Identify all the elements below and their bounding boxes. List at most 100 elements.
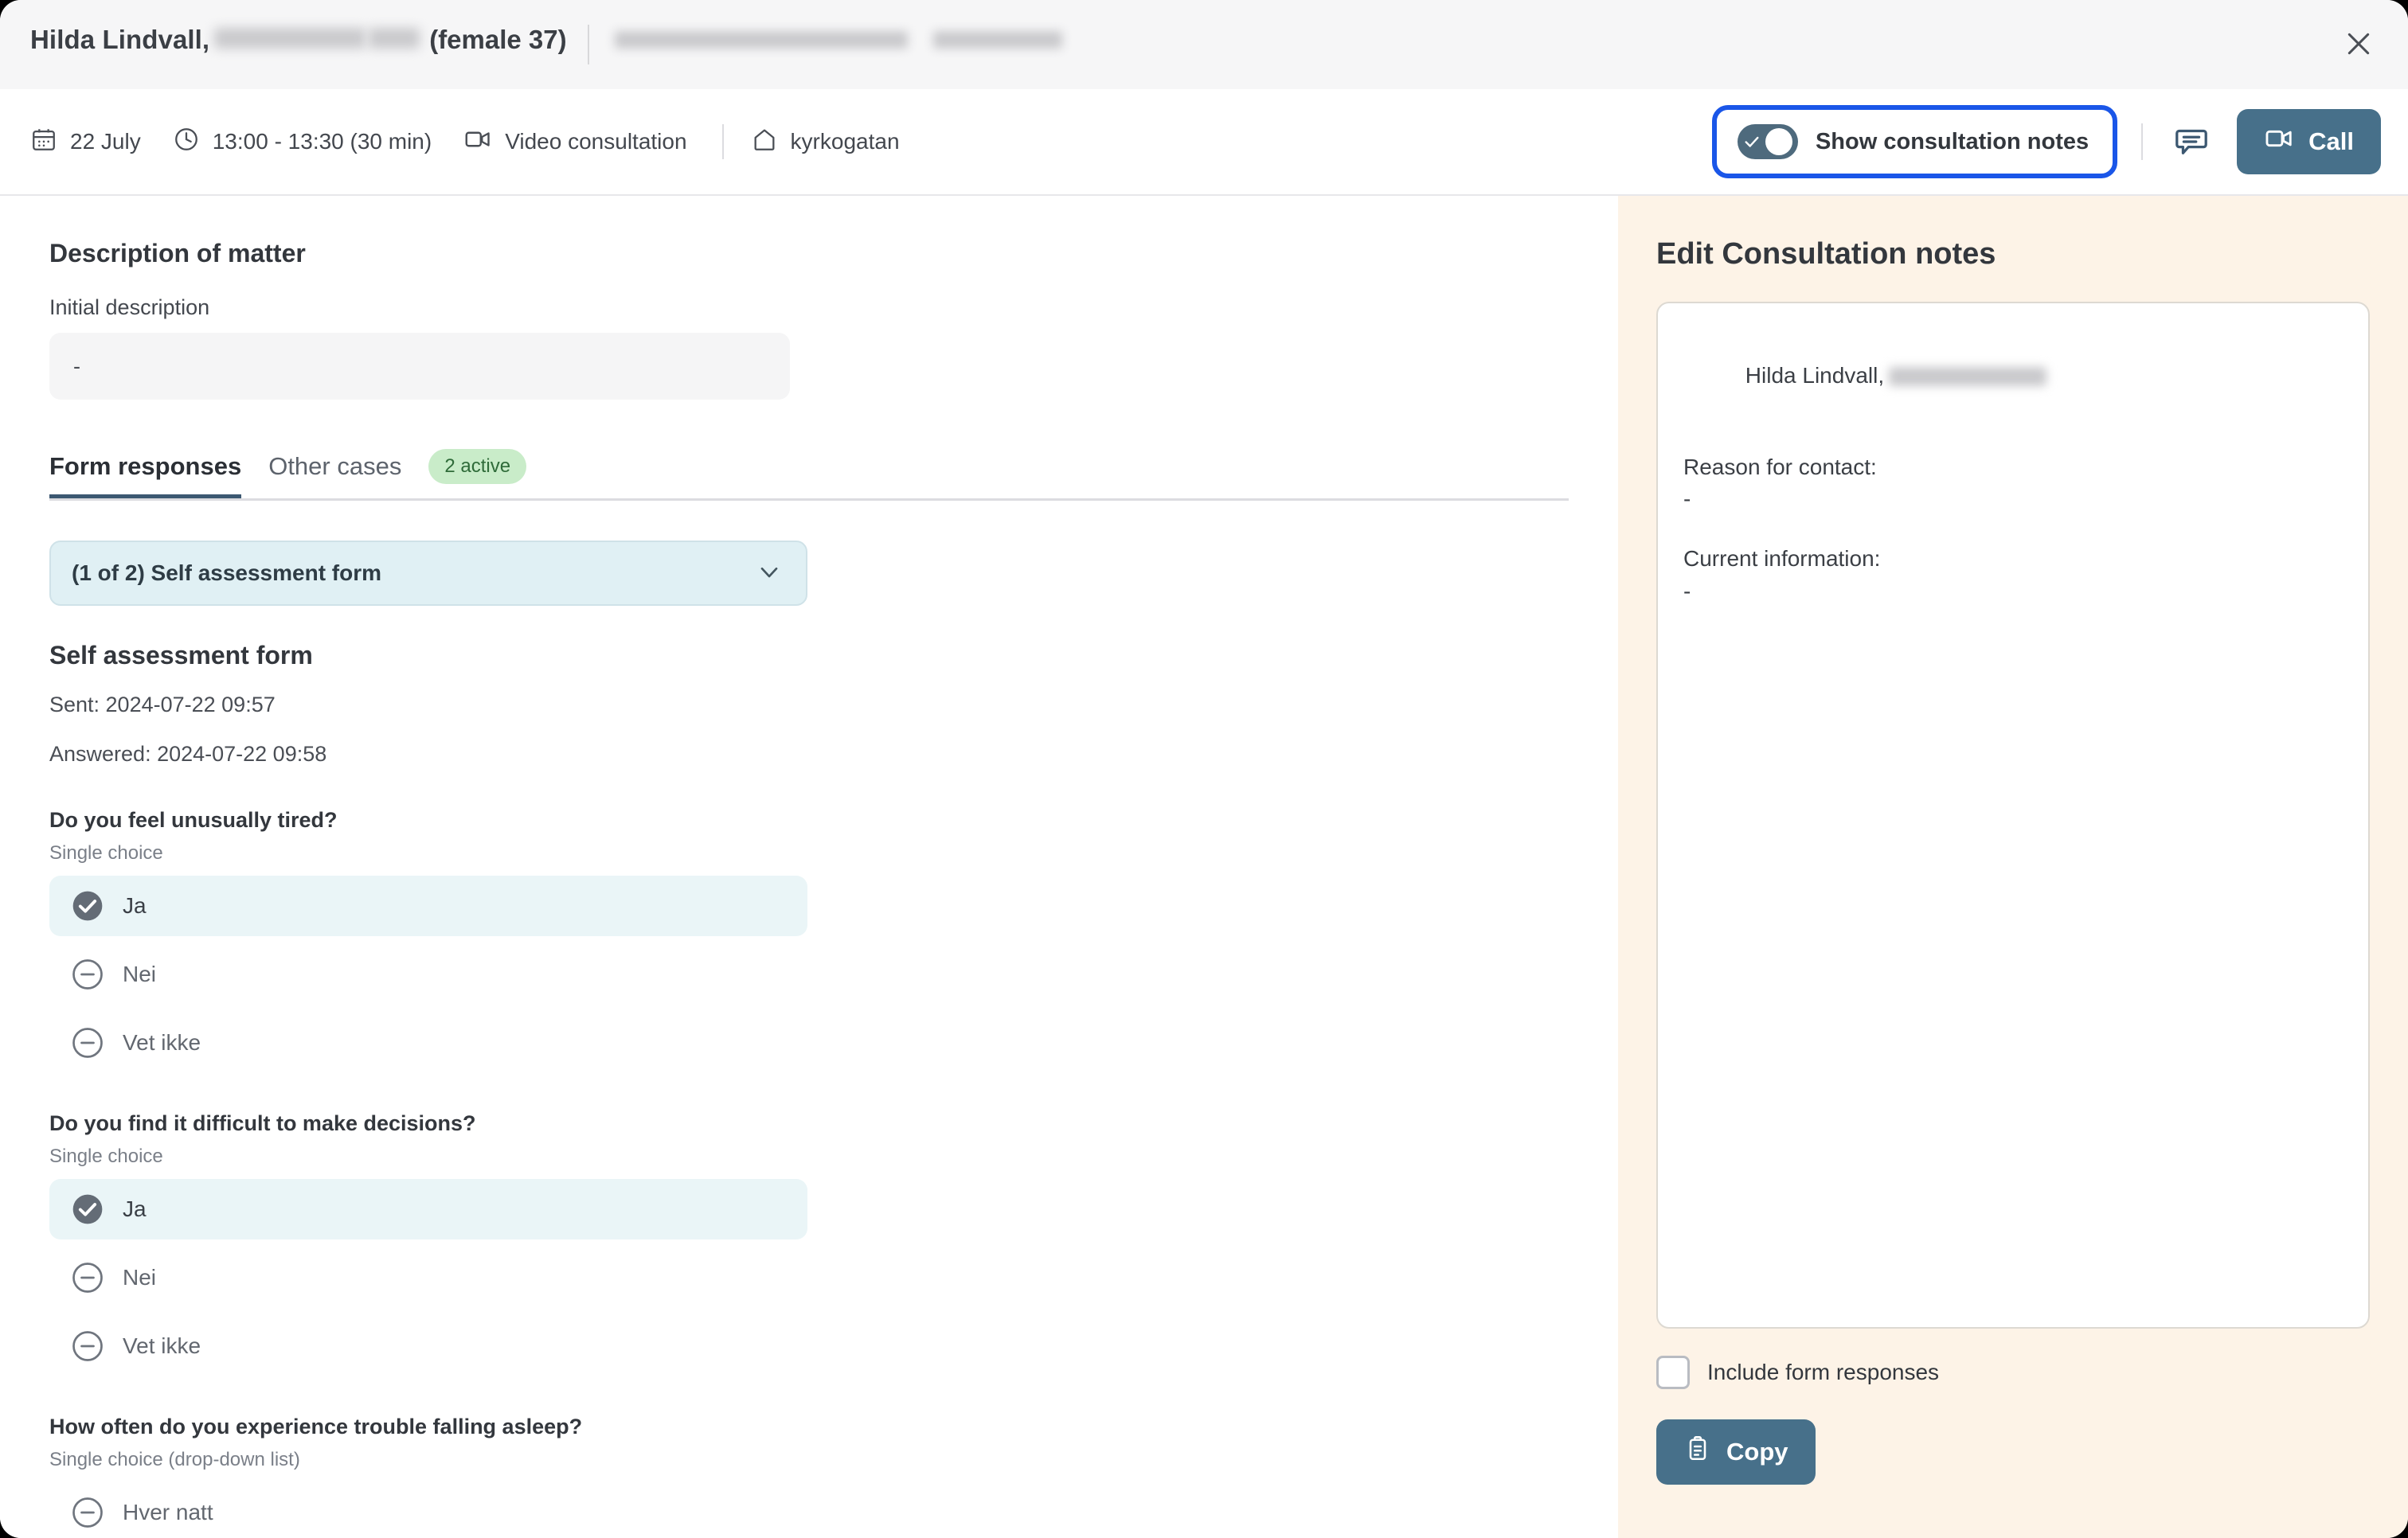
- video-camera-icon: [2264, 123, 2294, 160]
- checkbox-box[interactable]: [1656, 1356, 1690, 1389]
- option-row[interactable]: Vet ikke: [49, 1316, 807, 1376]
- redacted-email: [614, 31, 908, 49]
- question-options: Ja Nei Vet ikke: [49, 1178, 1618, 1376]
- notes-blank-line: [1683, 516, 2343, 543]
- appointment-meta: 22 July 13:00 - 13:30 (30 min) Video con…: [30, 124, 900, 159]
- option-label: Ja: [123, 892, 147, 918]
- clock-icon: [173, 126, 200, 158]
- appointment-time-text: 13:00 - 13:30 (30 min): [212, 129, 432, 154]
- form-title: Self assessment form: [49, 641, 313, 669]
- question-type: Single choice: [49, 841, 163, 864]
- form-question: Do you feel unusually tired? Single choi…: [49, 808, 1618, 1073]
- case-tabs: Form responses Other cases 2 active: [49, 449, 1569, 501]
- calendar-icon: [30, 126, 57, 158]
- modal-body: Description of matter Initial descriptio…: [0, 196, 2408, 1538]
- redacted-phone: [932, 31, 1062, 49]
- option-row[interactable]: Ja: [49, 1178, 807, 1239]
- close-icon: [2343, 28, 2375, 62]
- form-selector-accordion[interactable]: (1 of 2) Self assessment form: [49, 541, 807, 606]
- option-label: Nei: [123, 1264, 157, 1290]
- question-text: Do you find it difficult to make decisio…: [49, 1111, 476, 1135]
- minus-circle-icon: [72, 958, 104, 990]
- notes-current-info-value: -: [1683, 578, 1691, 603]
- toolbar-actions: Show consultation notes Call: [1711, 105, 2381, 178]
- redacted-personal-id: [1889, 367, 2047, 387]
- clipboard-icon: [1683, 1435, 1712, 1470]
- notes-panel-title: Edit Consultation notes: [1656, 237, 1996, 271]
- copy-button-label: Copy: [1726, 1438, 1788, 1466]
- form-question: How often do you experience trouble fall…: [49, 1415, 1618, 1538]
- initial-description-value: -: [49, 333, 790, 400]
- call-button[interactable]: Call: [2237, 109, 2381, 174]
- chat-button[interactable]: [2167, 117, 2216, 166]
- question-type: Single choice: [49, 1145, 163, 1167]
- appointment-date-text: 22 July: [70, 129, 141, 154]
- call-button-label: Call: [2308, 127, 2354, 155]
- toggle-label: Show consultation notes: [1815, 128, 2089, 154]
- question-options: Hver natt: [49, 1482, 1618, 1538]
- header-divider: [587, 25, 589, 64]
- redacted-personal-id: [214, 28, 366, 49]
- toggle-switch[interactable]: [1737, 124, 1798, 159]
- option-label: Hver natt: [123, 1499, 213, 1524]
- question-options: Ja Nei Vet ikke: [49, 875, 1618, 1073]
- patient-name: Hilda Lindvall,: [30, 25, 210, 54]
- tab-other-cases[interactable]: Other cases: [268, 452, 401, 498]
- notes-reason-value: -: [1683, 486, 1691, 512]
- option-label: Ja: [123, 1196, 147, 1221]
- show-consultation-notes-toggle[interactable]: Show consultation notes: [1711, 105, 2118, 178]
- appointment-location: kyrkogatan: [751, 126, 900, 158]
- chevron-down-icon: [755, 557, 784, 590]
- check-circle-icon: [72, 1193, 104, 1225]
- check-icon: [1743, 133, 1761, 150]
- appointment-type-text: Video consultation: [505, 129, 687, 154]
- include-form-responses-label: Include form responses: [1707, 1360, 1940, 1384]
- video-camera-icon: [463, 125, 492, 159]
- form-selector-label: (1 of 2) Self assessment form: [72, 560, 382, 585]
- patient-header: Hilda Lindvall, (female 37): [30, 25, 1067, 64]
- appointment-time: 13:00 - 13:30 (30 min): [173, 126, 432, 158]
- notes-reason-label: Reason for contact:: [1683, 454, 1877, 479]
- minus-circle-icon: [72, 1262, 104, 1294]
- option-row[interactable]: Vet ikke: [49, 1013, 807, 1073]
- appointment-type: Video consultation: [463, 125, 687, 159]
- consultation-notes-textarea[interactable]: Hilda Lindvall, Reason for contact: - Cu…: [1656, 302, 2370, 1329]
- active-cases-badge: 2 active: [428, 449, 527, 484]
- notes-patient-line: Hilda Lindvall,: [1683, 327, 2343, 424]
- form-answered-timestamp: Answered: 2024-07-22 09:58: [49, 742, 327, 767]
- option-label: Nei: [123, 961, 157, 986]
- page-title: Description of matter: [49, 239, 306, 267]
- modal-titlebar: Hilda Lindvall, (female 37): [0, 0, 2408, 89]
- appointment-toolbar: 22 July 13:00 - 13:30 (30 min) Video con…: [0, 89, 2408, 196]
- actions-divider: [2141, 123, 2144, 160]
- home-icon: [751, 126, 778, 158]
- chat-bubble-icon: [2173, 123, 2210, 162]
- case-details-pane: Description of matter Initial descriptio…: [0, 196, 1618, 1538]
- option-label: Vet ikke: [123, 1029, 201, 1055]
- notes-blank-line: [1683, 424, 2343, 451]
- minus-circle-icon: [72, 1027, 104, 1059]
- patient-sex-age: (female 37): [429, 25, 567, 54]
- include-form-responses-checkbox[interactable]: Include form responses: [1656, 1356, 2370, 1389]
- option-row[interactable]: Hver natt: [49, 1482, 807, 1538]
- redacted-personal-id-2: [369, 28, 420, 49]
- option-row[interactable]: Nei: [49, 1247, 807, 1308]
- question-type: Single choice (drop-down list): [49, 1448, 300, 1470]
- consultation-notes-pane: Edit Consultation notes Hilda Lindvall, …: [1618, 196, 2408, 1538]
- option-label: Vet ikke: [123, 1333, 201, 1358]
- appointment-location-text: kyrkogatan: [790, 129, 900, 154]
- question-text: How often do you experience trouble fall…: [49, 1414, 583, 1438]
- check-circle-icon: [72, 890, 104, 922]
- toggle-knob: [1765, 128, 1792, 155]
- option-row[interactable]: Nei: [49, 944, 807, 1005]
- close-button[interactable]: [2336, 22, 2381, 67]
- minus-circle-icon: [72, 1497, 104, 1528]
- toolbar-divider: [721, 124, 724, 159]
- option-row[interactable]: Ja: [49, 875, 807, 936]
- consultation-modal: Hilda Lindvall, (female 37) 22 July 13:0…: [0, 0, 2408, 1538]
- copy-button[interactable]: Copy: [1656, 1419, 1816, 1485]
- initial-description-label: Initial description: [49, 295, 210, 319]
- tab-form-responses[interactable]: Form responses: [49, 452, 241, 498]
- minus-circle-icon: [72, 1330, 104, 1362]
- appointment-date: 22 July: [30, 126, 141, 158]
